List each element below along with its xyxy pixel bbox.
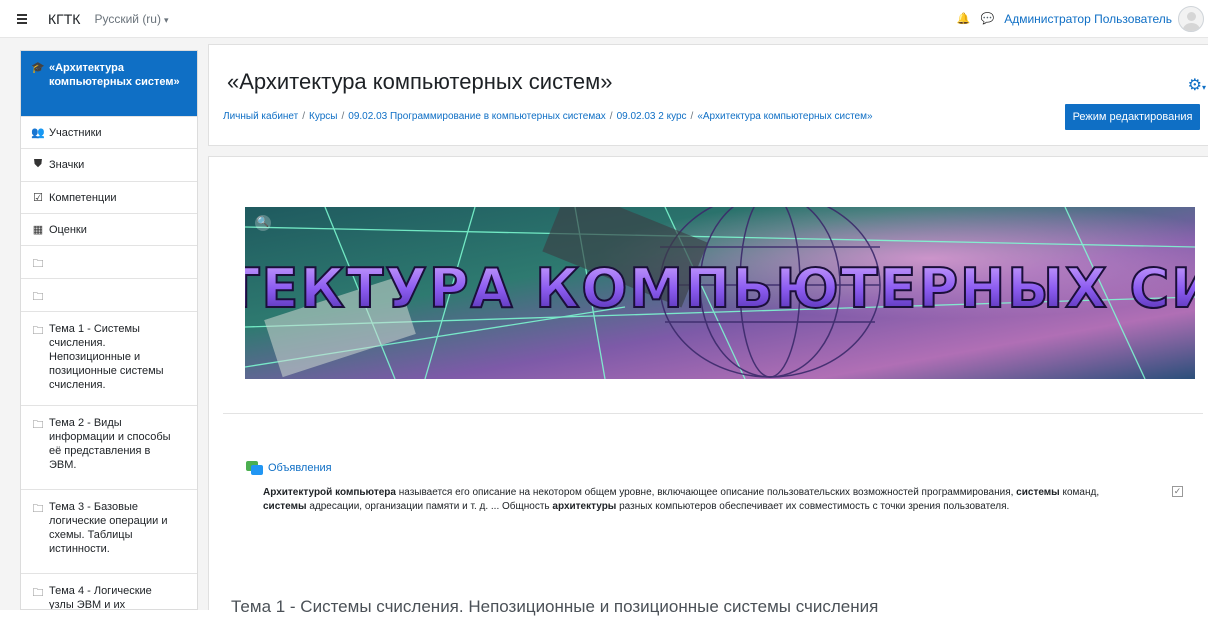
sidebar-item-label: Компетенции bbox=[49, 192, 117, 204]
chevron-down-icon: ▾ bbox=[1201, 83, 1206, 92]
body-text: адресации, организации памяти и т. д. ..… bbox=[306, 501, 553, 512]
language-menu[interactable]: Русский (ru) ▾ bbox=[94, 12, 168, 26]
shield-icon: ⛊ bbox=[33, 158, 43, 170]
sidebar-item[interactable]: 🎓 «Архитектура компьютерных систем» bbox=[21, 51, 197, 117]
top-navbar: КГТК Русский (ru) ▾ 🔔 💬 Администратор Пол… bbox=[0, 0, 1208, 38]
breadcrumb-link[interactable]: «Архитектура компьютерных систем» bbox=[697, 111, 872, 122]
sidebar-item[interactable]: 🗀 Тема 1 - Системы счисления. Непозиционн… bbox=[21, 312, 197, 406]
chevron-down-icon: ▾ bbox=[163, 14, 169, 25]
breadcrumb-separator: / bbox=[341, 111, 345, 122]
breadcrumb-link[interactable]: Личный кабинет bbox=[223, 111, 298, 122]
folder-icon: 🗀 bbox=[32, 587, 44, 599]
bell-icon[interactable]: 🔔 bbox=[957, 12, 971, 25]
divider bbox=[223, 413, 1203, 414]
breadcrumb-separator: / bbox=[302, 111, 306, 122]
sidebar-item[interactable]: 🗀 Тема 3 - Базовые логические операции и … bbox=[21, 490, 197, 574]
forum-icon bbox=[246, 461, 264, 475]
users-icon: 👥 bbox=[31, 127, 45, 139]
folder-icon: 🗀 bbox=[32, 258, 44, 270]
site-brand-link[interactable]: КГТК bbox=[48, 11, 80, 27]
bold-term: системы bbox=[1016, 487, 1060, 498]
menu-toggle-button[interactable] bbox=[10, 7, 34, 31]
body-text: команд, bbox=[1059, 487, 1100, 498]
banner-title-text: АРХИТЕКТУРА КОМПЬЮТЕРНЫХ СИСТЕМ bbox=[245, 257, 1195, 320]
bold-term: системы bbox=[263, 501, 307, 512]
breadcrumb: Личный кабинет / Курсы/09.02.03 Программир… bbox=[223, 111, 873, 122]
sidebar-item-label: Тема 1 - Системы счисления. Непозиционны… bbox=[49, 323, 164, 391]
sidebar-item[interactable]: 🗀 bbox=[21, 246, 197, 279]
sidebar-item[interactable]: ⛊ Значки bbox=[21, 149, 197, 182]
sidebar-item[interactable]: ▦ Оценки bbox=[21, 214, 197, 246]
course-nav-drawer: 🎓 «Архитектура компьютерных систем» 👥 Участ… bbox=[20, 50, 198, 610]
folder-icon: 🗀 bbox=[32, 419, 44, 431]
chat-icon[interactable]: 💬 bbox=[981, 12, 995, 25]
page-header: «Архитектура компьютерных систем» ⚙▾ Лич… bbox=[208, 44, 1208, 146]
completion-checkbox[interactable]: ✓ bbox=[1172, 486, 1183, 497]
page-title: «Архитектура компьютерных систем» bbox=[227, 69, 613, 94]
sidebar-item-label: «Архитектура компьютерных систем» bbox=[49, 62, 180, 88]
gear-icon: ⚙ bbox=[1187, 77, 1202, 94]
body-text: называется его описание на некотором общ… bbox=[395, 487, 1017, 498]
sidebar-item[interactable]: ☑ Компетенции bbox=[21, 182, 197, 214]
breadcrumb-link[interactable]: 09.02.03 Программирование в компьютерных… bbox=[348, 111, 606, 122]
sidebar-item-label: Участники bbox=[49, 127, 102, 139]
announcements-link[interactable]: Объявления bbox=[246, 461, 332, 475]
sidebar-item-label: Тема 4 - Логические узлы ЭВМ и их класси… bbox=[49, 585, 152, 610]
language-label: Русский (ru) bbox=[94, 11, 161, 26]
hamburger-icon-bar bbox=[17, 21, 27, 24]
course-summary-text: Архитектурой компьютера называется его о… bbox=[263, 486, 1143, 514]
sidebar-item[interactable]: 🗀 Тема 4 - Логические узлы ЭВМ и их класс… bbox=[21, 574, 197, 610]
section-heading: Тема 1 - Системы счисления. Непозиционны… bbox=[231, 597, 879, 616]
edit-mode-button[interactable]: Режим редактирования bbox=[1065, 104, 1200, 130]
breadcrumb-link[interactable]: Курсы bbox=[309, 111, 337, 122]
hamburger-icon-bar bbox=[17, 13, 27, 16]
course-content: АРХИТЕКТУРА КОМПЬЮТЕРНЫХ СИСТЕМ 🔍 Объявл… bbox=[208, 156, 1208, 616]
zoom-icon[interactable]: 🔍 bbox=[255, 215, 271, 231]
folder-icon: 🗀 bbox=[32, 325, 44, 337]
banner-graphic: АРХИТЕКТУРА КОМПЬЮТЕРНЫХ СИСТЕМ bbox=[245, 207, 1195, 379]
breadcrumb-separator: / bbox=[690, 111, 694, 122]
folder-icon: 🗀 bbox=[32, 503, 44, 515]
course-actions-menu[interactable]: ⚙▾ bbox=[1188, 75, 1206, 95]
hamburger-icon-bar bbox=[17, 17, 27, 20]
bold-term: Архитектурой компьютера bbox=[263, 487, 396, 498]
table-icon: ▦ bbox=[32, 224, 44, 236]
sidebar-item[interactable]: 🗀 bbox=[21, 279, 197, 312]
announcements-label: Объявления bbox=[268, 462, 332, 474]
course-banner-image: АРХИТЕКТУРА КОМПЬЮТЕРНЫХ СИСТЕМ 🔍 bbox=[245, 207, 1195, 379]
sidebar-item[interactable]: 👥 Участники bbox=[21, 117, 197, 149]
folder-icon: 🗀 bbox=[32, 291, 44, 303]
checkbox-icon: ☑ bbox=[33, 192, 43, 204]
breadcrumb-separator: / bbox=[609, 111, 613, 122]
sidebar-item-label: Оценки bbox=[49, 224, 87, 236]
body-text: разных компьютеров обеспечивает их совме… bbox=[616, 501, 1010, 512]
sidebar-item-label: Значки bbox=[49, 159, 85, 171]
sidebar-item-label: Тема 2 - Виды информации и способы eё пр… bbox=[49, 417, 171, 471]
bold-term: архитектуры bbox=[552, 501, 617, 512]
breadcrumb-link[interactable]: 09.02.03 2 курс bbox=[617, 111, 687, 122]
sidebar-item-label: Тема 3 - Базовые логические операции и с… bbox=[49, 501, 168, 555]
graduation-cap-icon: 🎓 bbox=[31, 62, 45, 74]
avatar[interactable] bbox=[1178, 5, 1204, 32]
user-menu-link[interactable]: Администратор Пользователь bbox=[1004, 12, 1172, 26]
sidebar-item[interactable]: 🗀 Тема 2 - Виды информации и способы eё п… bbox=[21, 406, 197, 490]
